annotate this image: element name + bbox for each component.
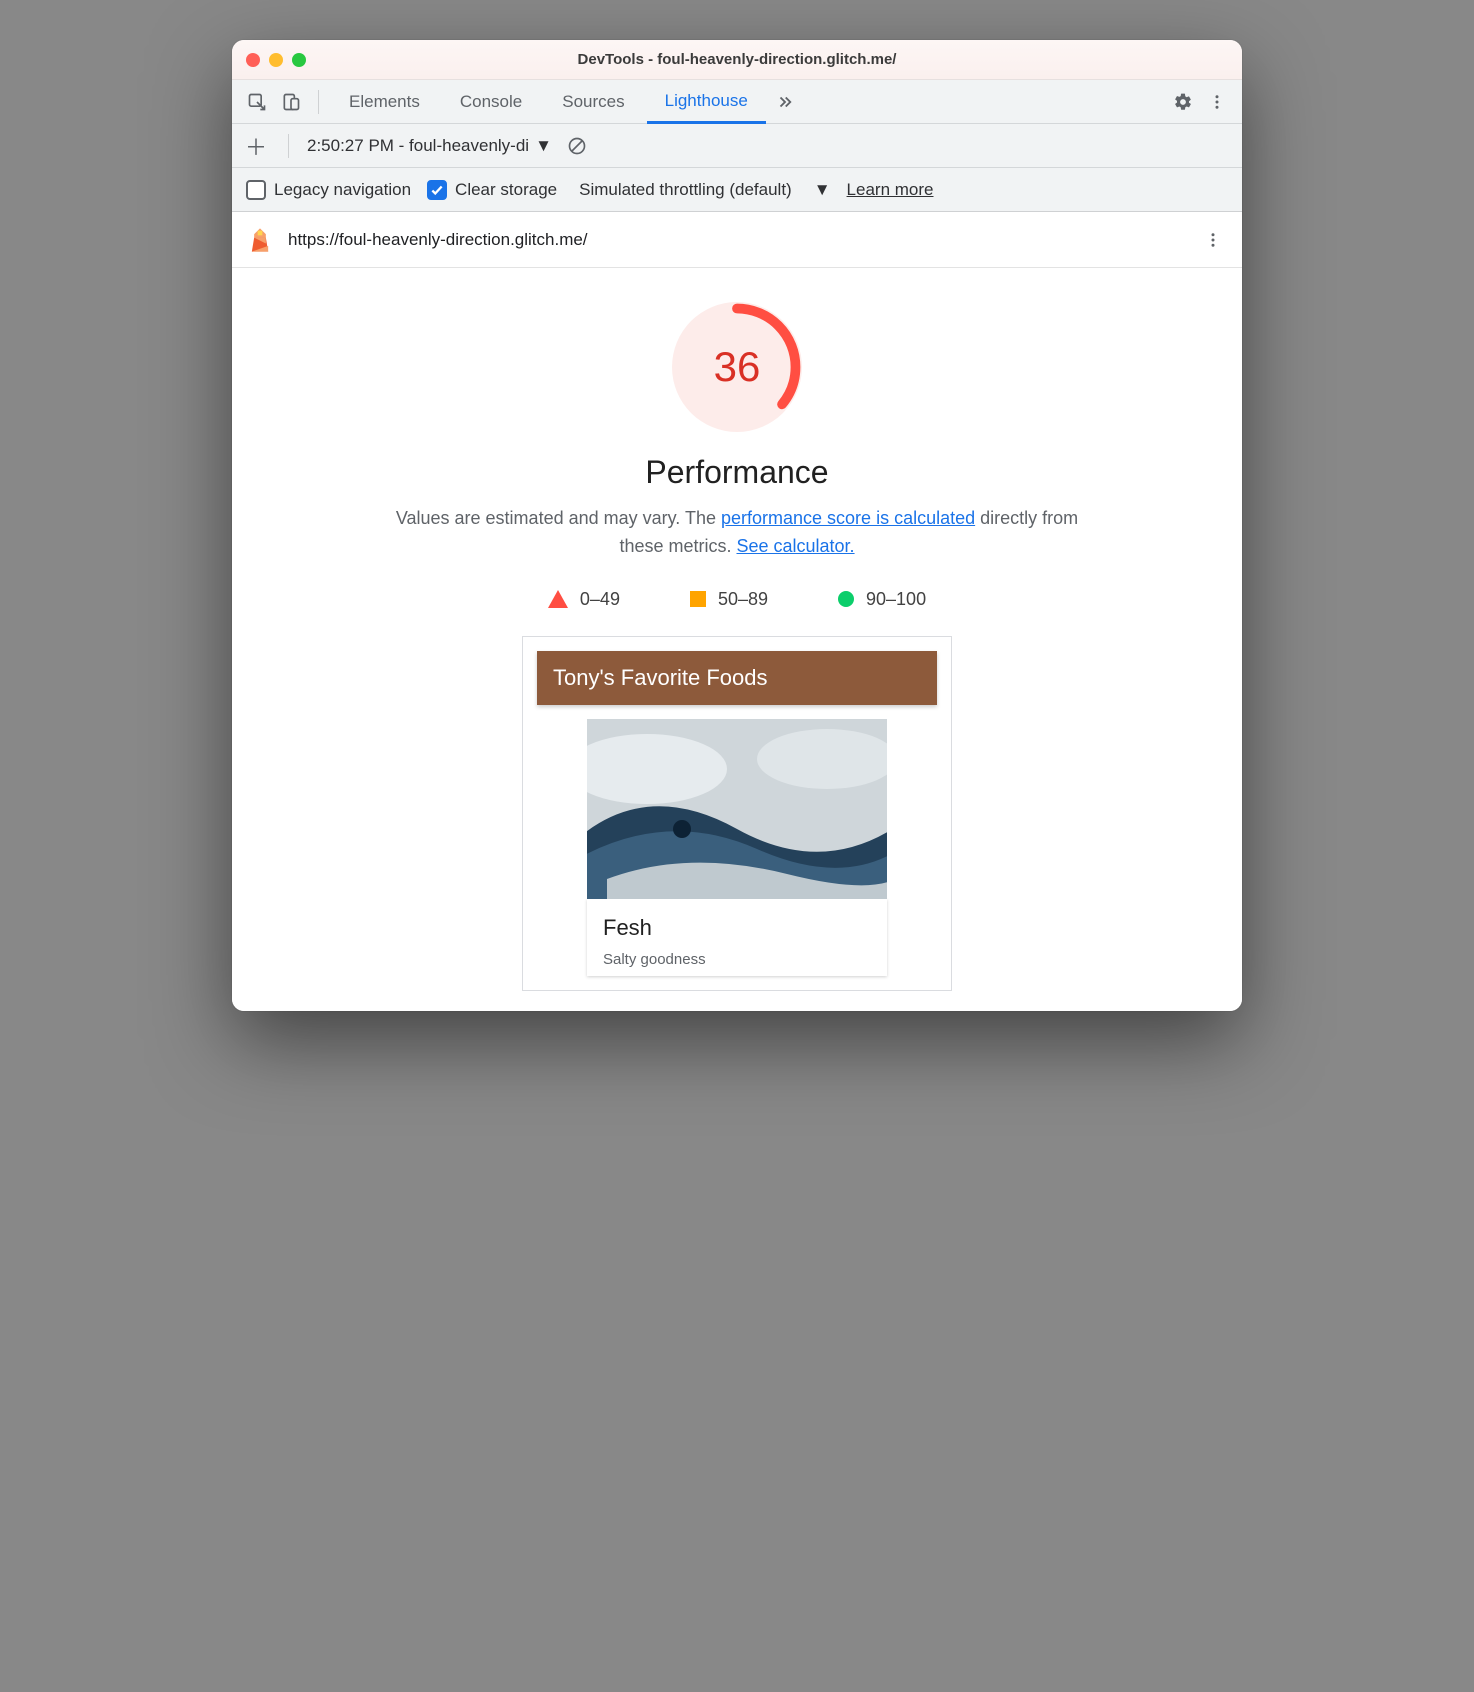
preview-item-title: Fesh xyxy=(603,915,871,941)
checkbox-icon xyxy=(427,180,447,200)
tab-sources[interactable]: Sources xyxy=(544,80,642,123)
clear-report-icon[interactable] xyxy=(562,131,592,161)
tab-elements[interactable]: Elements xyxy=(331,80,438,123)
lighthouse-report: 36 Performance Values are estimated and … xyxy=(232,268,1242,1011)
kebab-menu-icon[interactable] xyxy=(1202,87,1232,117)
preview-item-card: Fesh Salty goodness xyxy=(587,899,887,976)
legend-pass: 90–100 xyxy=(838,589,926,610)
preview-header: Tony's Favorite Foods xyxy=(537,651,937,705)
more-tabs-icon[interactable] xyxy=(770,87,800,117)
close-window-button[interactable] xyxy=(246,53,260,67)
device-toolbar-icon[interactable] xyxy=(276,87,306,117)
learn-more-link[interactable]: Learn more xyxy=(847,180,934,200)
report-dropdown-label: 2:50:27 PM - foul-heavenly-di xyxy=(307,136,529,156)
traffic-lights xyxy=(246,53,306,67)
square-icon xyxy=(690,591,706,607)
triangle-icon xyxy=(548,590,568,608)
devtools-window: DevTools - foul-heavenly-direction.glitc… xyxy=(232,40,1242,1011)
lighthouse-report-toolbar: ＋ 2:50:27 PM - foul-heavenly-di ▼ xyxy=(232,124,1242,168)
preview-image xyxy=(587,719,887,899)
legend-fail: 0–49 xyxy=(548,589,620,610)
report-actions-menu-icon[interactable] xyxy=(1198,225,1228,255)
performance-score-gauge: 36 xyxy=(672,302,802,432)
chevron-down-icon: ▼ xyxy=(535,136,552,156)
legend-label: 50–89 xyxy=(718,589,768,610)
separator xyxy=(318,90,319,114)
tab-label: Sources xyxy=(562,92,624,112)
score-legend: 0–49 50–89 90–100 xyxy=(272,589,1202,610)
tab-label: Console xyxy=(460,92,522,112)
report-url-bar: https://foul-heavenly-direction.glitch.m… xyxy=(232,212,1242,268)
legacy-navigation-checkbox[interactable]: Legacy navigation xyxy=(246,180,411,200)
legend-label: 90–100 xyxy=(866,589,926,610)
clear-storage-checkbox[interactable]: Clear storage xyxy=(427,180,557,200)
lighthouse-options-toolbar: Legacy navigation Clear storage Simulate… xyxy=(232,168,1242,212)
report-dropdown[interactable]: 2:50:27 PM - foul-heavenly-di ▼ xyxy=(307,136,552,156)
legend-label: 0–49 xyxy=(580,589,620,610)
tab-label: Elements xyxy=(349,92,420,112)
page-screenshot-preview: Tony's Favorite Foods Fesh Salty goodnes… xyxy=(522,636,952,991)
category-title: Performance xyxy=(272,454,1202,491)
inspect-element-icon[interactable] xyxy=(242,87,272,117)
score-calc-link[interactable]: performance score is calculated xyxy=(721,508,975,528)
checkbox-label: Legacy navigation xyxy=(274,180,411,200)
performance-score-value: 36 xyxy=(672,302,802,432)
checkbox-label: Clear storage xyxy=(455,180,557,200)
minimize-window-button[interactable] xyxy=(269,53,283,67)
zoom-window-button[interactable] xyxy=(292,53,306,67)
legend-average: 50–89 xyxy=(690,589,768,610)
throttling-dropdown[interactable]: Simulated throttling (default) ▼ xyxy=(579,180,830,200)
devtools-tabstrip: Elements Console Sources Lighthouse xyxy=(232,80,1242,124)
circle-icon xyxy=(838,591,854,607)
new-report-button[interactable]: ＋ xyxy=(242,132,270,160)
tab-lighthouse[interactable]: Lighthouse xyxy=(647,81,766,124)
settings-gear-icon[interactable] xyxy=(1168,87,1198,117)
throttling-label: Simulated throttling (default) xyxy=(579,180,792,200)
score-description: Values are estimated and may vary. The p… xyxy=(377,505,1097,561)
chevron-down-icon: ▼ xyxy=(814,180,831,200)
tab-console[interactable]: Console xyxy=(442,80,540,123)
tab-label: Lighthouse xyxy=(665,91,748,111)
preview-item-subtitle: Salty goodness xyxy=(603,951,871,968)
window-title: DevTools - foul-heavenly-direction.glitc… xyxy=(232,51,1242,68)
separator xyxy=(288,134,289,158)
checkbox-icon xyxy=(246,180,266,200)
lighthouse-logo-icon xyxy=(246,226,274,254)
report-url: https://foul-heavenly-direction.glitch.m… xyxy=(288,230,588,250)
blurb-text: Values are estimated and may vary. The xyxy=(396,508,721,528)
calculator-link[interactable]: See calculator. xyxy=(736,536,854,556)
window-titlebar: DevTools - foul-heavenly-direction.glitc… xyxy=(232,40,1242,80)
